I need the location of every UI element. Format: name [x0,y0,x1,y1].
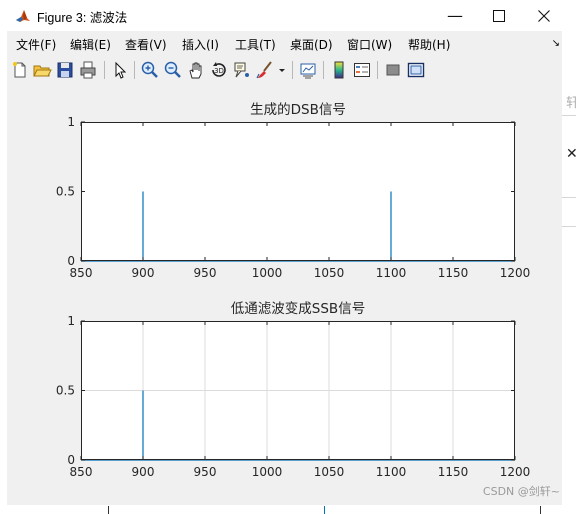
rotate-3d-icon[interactable]: 3D [209,60,229,80]
toolbar-separator [377,61,378,79]
watermark: CSDN @剑轩~ [482,485,560,498]
axes-1[interactable]: 850 900 950 1000 1050 1100 1150 1200 0 0.5 1 生成的DSB… [56,102,530,280]
x-tick-label: 1000 [252,465,283,479]
open-file-icon[interactable] [32,60,52,80]
print-icon[interactable] [78,60,98,80]
x-tick-label: 900 [132,266,155,280]
axes-2[interactable]: 850 900 950 1000 1050 1100 1150 1200 0 0.5 1 低通滤波变成… [56,301,530,479]
pointer-icon[interactable] [110,60,130,80]
new-figure-icon[interactable] [10,60,30,80]
x-tick-label: 1100 [376,465,407,479]
brush-icon[interactable] [255,60,275,80]
x-tick-label: 900 [132,465,155,479]
close-icon [538,9,550,22]
toolbar-separator [104,61,105,79]
matlab-logo-icon [15,8,31,24]
chart-title: 生成的DSB信号 [250,102,346,118]
svg-text:3D: 3D [214,67,224,75]
background-tick [108,506,109,514]
x-tick-label: 1050 [314,266,345,280]
y-tick-label: 0 [67,453,75,467]
show-plot-tools-icon[interactable] [406,60,426,80]
x-tick-label: 1050 [314,465,345,479]
minimize-icon: — [447,6,463,25]
colorbar-icon[interactable] [329,60,349,80]
menu-view[interactable]: 查看(V) [125,36,167,53]
y-tick-label: 1 [67,314,75,328]
menu-bar: 文件(F) 编辑(E) 查看(V) 插入(I) 工具(T) 桌面(D) 窗口(W… [7,33,562,55]
hide-plot-tools-icon[interactable] [383,60,403,80]
x-tick-label: 1200 [500,465,531,479]
background-window-edge [562,0,576,514]
x-tick-label: 1150 [438,266,469,280]
y-tick-label: 0.5 [56,185,75,199]
x-tick-label: 1100 [376,266,407,280]
menu-help[interactable]: 帮助(H) [408,36,450,53]
figure-window: Figure 3: 滤波法 — 文件(F) 编辑(E) 查看(V) 插入(I) … [7,0,562,505]
menu-edit[interactable]: 编辑(E) [70,36,111,53]
background-tick [324,506,325,514]
window-title: Figure 3: 滤波法 [37,11,128,25]
figure-canvas: 850 900 950 1000 1050 1100 1150 1200 0 0.5 1 生成的DSB… [7,86,562,505]
legend-icon[interactable] [352,60,372,80]
zoom-in-icon[interactable] [140,60,160,80]
toolbar-separator [134,61,135,79]
zoom-out-icon[interactable] [163,60,183,80]
background-divider [562,226,576,227]
x-tick-label: 850 [70,266,93,280]
save-icon[interactable] [55,60,75,80]
menu-overflow-icon[interactable]: ↘ [552,38,560,49]
pan-icon[interactable] [186,60,206,80]
background-divider [562,197,576,198]
background-tick [540,506,541,514]
toolbar-separator [292,61,293,79]
x-tick-label: 850 [70,465,93,479]
chart-title: 低通滤波变成SSB信号 [231,301,365,317]
menu-insert[interactable]: 插入(I) [182,36,219,53]
title-bar[interactable]: Figure 3: 滤波法 — [7,0,562,31]
close-button[interactable] [521,0,567,31]
background-close-icon[interactable]: ✕ [566,146,576,162]
maximize-button[interactable] [476,0,522,31]
menu-desktop[interactable]: 桌面(D) [290,36,333,53]
y-tick-label: 1 [67,115,75,129]
background-divider [562,115,576,116]
toolbar-separator [323,61,324,79]
x-tick-label: 1000 [252,266,283,280]
toolbar: 3D [7,56,562,84]
maximize-icon [493,9,505,22]
background-strip [0,505,576,514]
y-tick-label: 0 [67,254,75,268]
minimize-button[interactable]: — [432,0,478,31]
x-tick-label: 1150 [438,465,469,479]
y-tick-label: 0.5 [56,384,75,398]
x-tick-label: 950 [194,465,217,479]
menu-tools[interactable]: 工具(T) [235,36,276,53]
data-cursor-icon[interactable] [232,60,252,80]
background-glyph: 轩 [566,96,576,111]
x-tick-label: 950 [194,266,217,280]
axes-background [81,122,515,261]
menu-window[interactable]: 窗口(W) [347,36,392,53]
x-tick-label: 1200 [500,266,531,280]
menu-file[interactable]: 文件(F) [16,36,56,53]
link-plot-icon[interactable] [298,60,318,80]
brush-dropdown-icon[interactable] [277,60,287,80]
plot-area: 850 900 950 1000 1050 1100 1150 1200 0 0.5 1 生成的DSB… [56,102,530,479]
